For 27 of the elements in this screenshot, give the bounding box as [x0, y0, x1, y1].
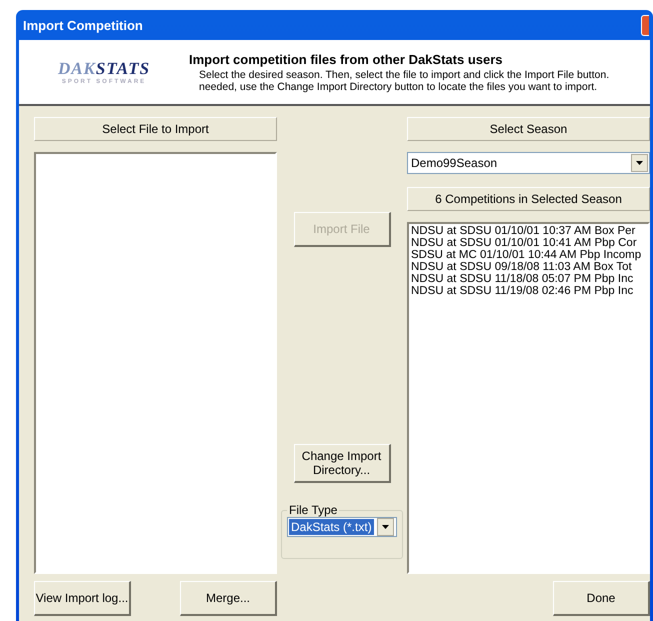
list-item[interactable]: NDSU at SDSU 11/19/08 02:46 PM Pbp Inc — [411, 285, 646, 297]
dialog-button[interactable]: Merge... — [180, 581, 277, 616]
done-button[interactable]: Done — [553, 581, 650, 616]
header-text: Select the desired season. Then, select the file to import and click the Import File button. — [199, 68, 610, 80]
list-item[interactable]: NDSU at SDSU 01/10/01 10:37 AM Box Per — [411, 225, 646, 237]
group-label: File Type — [288, 503, 338, 517]
list-item[interactable]: NDSU at SDSU 01/10/01 10:41 AM Pbp Cor — [411, 237, 646, 249]
dropdown-arrow-icon — [382, 525, 389, 529]
logo-text: DAK — [58, 59, 96, 78]
list-item[interactable]: NDSU at SDSU 11/18/08 05:07 PM Pbp Inc — [411, 273, 646, 285]
dropdown-arrow-icon — [636, 161, 643, 165]
dropdown-value: Demo99Season — [411, 156, 498, 170]
window-title: Import Competition — [23, 18, 143, 32]
header-text: needed, use the Change Import Directory button to locate the files you want to import. — [199, 80, 598, 92]
logo-text: STATS — [96, 59, 150, 78]
change-directory-button[interactable]: Change Import Directory... — [294, 444, 390, 483]
panel-label: Select File to Import — [34, 117, 277, 141]
dropdown-value: DakStats (*.txt) — [289, 519, 374, 535]
list-item[interactable]: NDSU at SDSU 09/18/08 11:03 AM Box Tot — [411, 261, 646, 273]
dialog-button[interactable]: View Import log... — [34, 581, 131, 616]
panel-label: 6 Competitions in Selected Season — [407, 187, 650, 211]
panel-label: Select Season — [407, 117, 650, 141]
header-heading: Import competition files from other DakStats users — [189, 52, 504, 66]
season-dropdown[interactable]: Demo99Season — [407, 152, 650, 174]
list-item[interactable]: SDSU at MC 01/10/01 10:44 AM Pbp Incomp — [411, 249, 646, 261]
file-type-dropdown[interactable]: DakStats (*.txt) — [287, 517, 397, 537]
close-button[interactable] — [641, 14, 649, 36]
